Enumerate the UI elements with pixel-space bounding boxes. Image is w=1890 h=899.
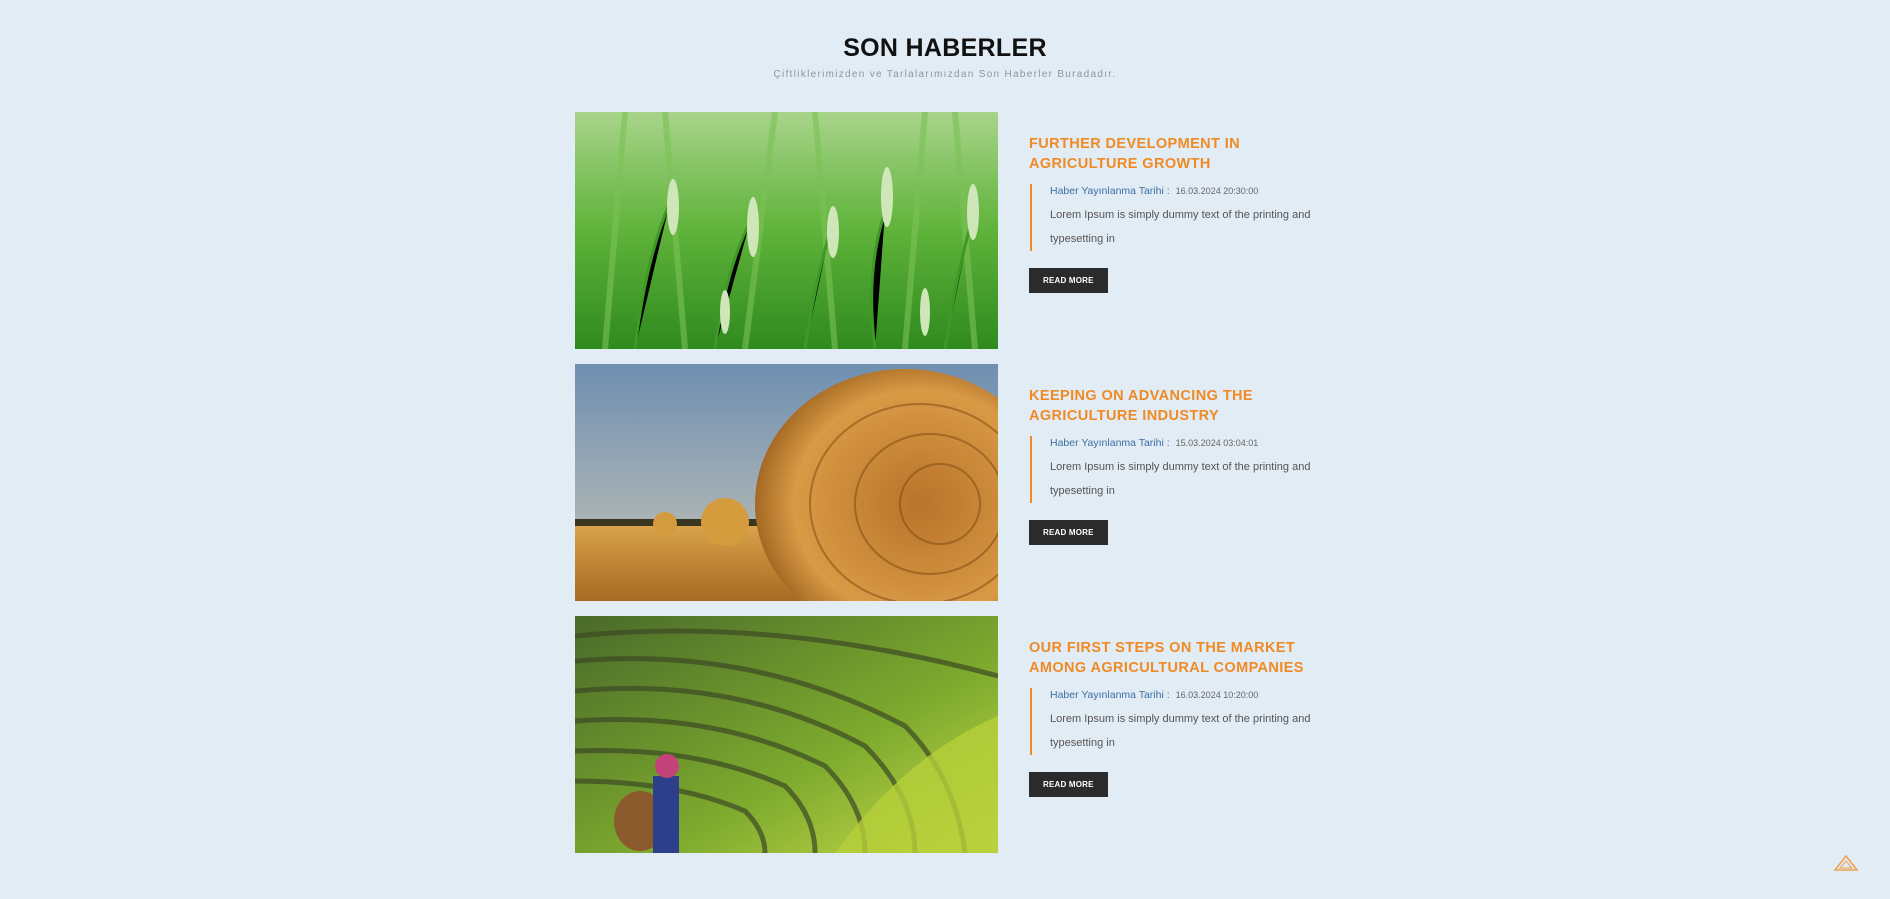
news-meta: Haber Yayınlanma Tarihi : 15.03.2024 03:0… <box>1030 436 1329 503</box>
news-title[interactable]: FURTHER DEVELOPMENT IN AGRICULTURE GROWT… <box>1029 134 1329 174</box>
news-item: FURTHER DEVELOPMENT IN AGRICULTURE GROWT… <box>575 112 1375 349</box>
hay-bales-image[interactable] <box>575 364 998 601</box>
date-label: Haber Yayınlanma Tarihi : <box>1050 689 1170 701</box>
triangle-up-icon[interactable] <box>1833 854 1859 871</box>
date-value: 16.03.2024 20:30:00 <box>1175 186 1259 196</box>
section-title: SON HABERLER <box>843 34 1047 62</box>
news-title[interactable]: KEEPING ON ADVANCING THE AGRICULTURE IND… <box>1029 386 1329 426</box>
news-excerpt: Lorem Ipsum is simply dummy text of the … <box>1050 713 1311 749</box>
date-value: 15.03.2024 03:04:01 <box>1175 438 1259 448</box>
wheat-field-image[interactable] <box>575 112 998 349</box>
date-label: Haber Yayınlanma Tarihi : <box>1050 437 1170 449</box>
news-info: KEEPING ON ADVANCING THE AGRICULTURE IND… <box>1029 386 1329 545</box>
rice-terraces-image[interactable] <box>575 616 998 853</box>
read-more-button[interactable]: READ MORE <box>1029 520 1108 545</box>
news-info: FURTHER DEVELOPMENT IN AGRICULTURE GROWT… <box>1029 134 1329 293</box>
read-more-button[interactable]: READ MORE <box>1029 772 1108 797</box>
section-subtitle: Çiftliklerimizden ve Tarlalarımızdan Son… <box>773 69 1117 80</box>
news-item: KEEPING ON ADVANCING THE AGRICULTURE IND… <box>575 364 1375 601</box>
date-value: 16.03.2024 10:20:00 <box>1175 690 1259 700</box>
news-info: OUR FIRST STEPS ON THE MARKET AMONG AGRI… <box>1029 638 1329 797</box>
news-list: FURTHER DEVELOPMENT IN AGRICULTURE GROWT… <box>575 112 1375 868</box>
news-meta: Haber Yayınlanma Tarihi : 16.03.2024 10:2… <box>1030 688 1329 755</box>
news-excerpt: Lorem Ipsum is simply dummy text of the … <box>1050 209 1311 245</box>
news-meta: Haber Yayınlanma Tarihi : 16.03.2024 20:3… <box>1030 184 1329 251</box>
news-item: OUR FIRST STEPS ON THE MARKET AMONG AGRI… <box>575 616 1375 853</box>
news-excerpt: Lorem Ipsum is simply dummy text of the … <box>1050 461 1311 497</box>
read-more-button[interactable]: READ MORE <box>1029 268 1108 293</box>
news-title[interactable]: OUR FIRST STEPS ON THE MARKET AMONG AGRI… <box>1029 638 1329 678</box>
date-label: Haber Yayınlanma Tarihi : <box>1050 185 1170 197</box>
